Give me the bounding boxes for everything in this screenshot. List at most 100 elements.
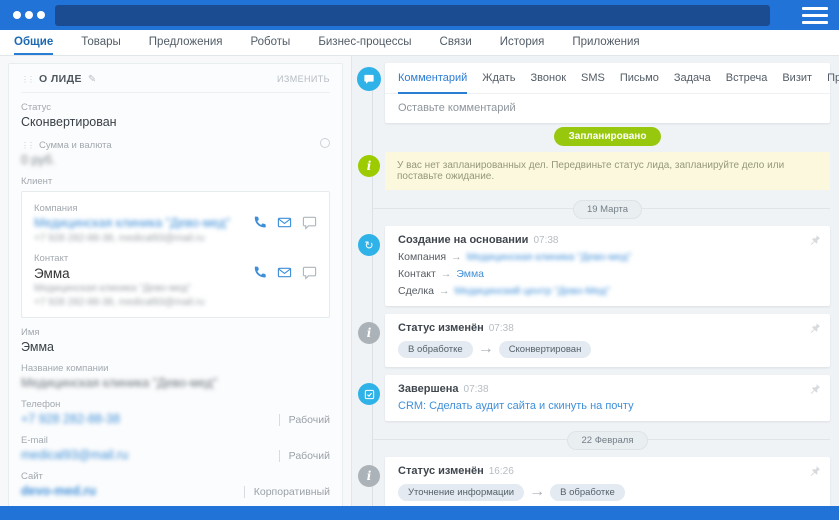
date-pill: 19 Марта (573, 200, 642, 219)
field-settings-icon[interactable] (320, 138, 330, 148)
info-icon: i (358, 155, 380, 177)
tab-general[interactable]: Общие (14, 30, 53, 55)
date-pill: 22 Февраля (567, 431, 647, 450)
arrow-icon: → (451, 251, 462, 263)
client-label: Клиент (21, 176, 330, 187)
company-block: Компания Медицинская клиника "Дево-мед" … (34, 203, 317, 244)
info-icon: i (358, 465, 380, 487)
notice-text: У вас нет запланированных дел. Передвинь… (397, 160, 784, 182)
amount-value: 0 руб. (21, 153, 330, 167)
tab-robots[interactable]: Роботы (251, 30, 291, 55)
about-lead-section: ⋮⋮ О ЛИДЕ ✎ ИЗМЕНИТЬ Статус Сконвертиров… (8, 63, 343, 506)
info-icon: i (358, 322, 380, 344)
task-check-icon (358, 383, 380, 405)
composer-tab-meeting[interactable]: Встреча (726, 72, 768, 94)
activity-composer: Комментарий Ждать Звонок SMS Письмо Зада… (385, 63, 830, 123)
email-type-label: Рабочий (279, 450, 330, 462)
status-badge: В обработке (398, 341, 473, 358)
company-link[interactable]: Медицинская клиника "Дево-мед" (34, 216, 230, 230)
company-link[interactable]: Медицинская клиника "Дево-мед" (467, 251, 632, 263)
phone-field-label: Телефон (21, 399, 330, 410)
arrow-icon: → (441, 268, 452, 280)
status-label: Статус (21, 102, 330, 113)
task-link[interactable]: CRM: Сделать аудит сайта и скинуть на по… (398, 400, 634, 412)
pin-icon[interactable] (809, 465, 821, 477)
client-card: Компания Медицинская клиника "Дево-мед" … (21, 191, 330, 318)
timeline-item-created-from: ↻ Создание на основании07:38 Компания→Ме… (385, 226, 830, 306)
comment-bubble-icon (357, 67, 381, 91)
browser-topbar (0, 0, 839, 30)
comment-input[interactable] (385, 94, 830, 123)
item-time: 07:38 (464, 384, 489, 395)
tab-products[interactable]: Товары (81, 30, 121, 55)
company-label: Компания (34, 203, 239, 214)
status-badge: В обработке (550, 484, 625, 501)
row-label: Компания (398, 251, 446, 263)
section-title: О ЛИДЕ (39, 73, 82, 85)
composer-tab-call[interactable]: Звонок (531, 72, 567, 94)
phone-type-label: Рабочий (279, 414, 330, 426)
composer-tab-sms[interactable]: SMS (581, 72, 605, 94)
email-field-label: E-mail (21, 435, 330, 446)
contact-link[interactable]: Эмма (456, 268, 484, 280)
status-badge: Сконвертирован (499, 341, 592, 358)
date-separator: 19 Марта (385, 199, 830, 217)
no-planned-notice: i У вас нет запланированных дел. Передви… (385, 152, 830, 190)
tab-bizproc[interactable]: Бизнес-процессы (318, 30, 411, 55)
composer-tab-visit[interactable]: Визит (782, 72, 812, 94)
tab-apps[interactable]: Приложения (572, 30, 639, 55)
site-field-label: Сайт (21, 471, 330, 482)
address-bar[interactable] (55, 5, 770, 26)
status-value: Сконвертирован (21, 115, 330, 129)
lead-details-panel: ⋮⋮ О ЛИДЕ ✎ ИЗМЕНИТЬ Статус Сконвертиров… (0, 56, 352, 506)
email-icon[interactable] (277, 215, 292, 230)
company-field-label: Название компании (21, 363, 330, 374)
tab-history[interactable]: История (500, 30, 545, 55)
tab-links[interactable]: Связи (440, 30, 472, 55)
arrow-icon: → (529, 483, 545, 501)
phone-value-link[interactable]: +7 928 282-88-38 (21, 412, 120, 426)
composer-tab-task[interactable]: Задача (674, 72, 711, 94)
item-title: Статус изменён (398, 465, 484, 477)
arrow-icon: → (478, 340, 494, 358)
chat-icon[interactable] (302, 215, 317, 230)
drag-handle-icon[interactable]: ⋮⋮ (21, 141, 33, 150)
arrow-icon: → (439, 285, 450, 297)
site-value-link[interactable]: devo-med.ru (21, 484, 96, 498)
contact-block: Контакт Эмма Медицинская клиника "Дево-м… (34, 253, 317, 308)
item-title: Завершена (398, 383, 459, 395)
item-time: 07:38 (489, 323, 514, 334)
pin-icon[interactable] (809, 383, 821, 395)
pin-icon[interactable] (809, 322, 821, 334)
edit-pencil-icon[interactable]: ✎ (88, 74, 96, 85)
site-type-label: Корпоративный (244, 486, 330, 498)
phone-icon[interactable] (252, 215, 267, 230)
email-value-link[interactable]: medical93@mail.ru (21, 448, 128, 462)
composer-tab-comment[interactable]: Комментарий (398, 72, 467, 94)
company-field-value: Медицинская клиника "Дево-мед" (21, 376, 330, 390)
hamburger-menu-icon[interactable] (802, 7, 828, 24)
name-value: Эмма (21, 340, 330, 354)
timeline-item-status-change: i Статус изменён07:38 В обработке→Сконве… (385, 314, 830, 367)
composer-tab-wait[interactable]: Ждать (482, 72, 515, 94)
amount-label: Сумма и валюта (39, 140, 112, 151)
chat-icon[interactable] (302, 265, 317, 280)
pin-icon[interactable] (809, 234, 821, 246)
composer-tab-apps[interactable]: Приложения (827, 72, 839, 94)
bottom-bar (0, 506, 839, 520)
composer-tab-email[interactable]: Письмо (620, 72, 659, 94)
email-icon[interactable] (277, 265, 292, 280)
phone-icon[interactable] (252, 265, 267, 280)
item-time: 07:38 (533, 235, 558, 246)
drag-handle-icon[interactable]: ⋮⋮ (21, 75, 33, 84)
window-control-dots[interactable] (13, 11, 45, 19)
timeline-item-task-completed: Завершена 07:38 CRM: Сделать аудит сайта … (385, 375, 830, 421)
composer-tabs: Комментарий Ждать Звонок SMS Письмо Зада… (385, 63, 830, 94)
contact-name[interactable]: Эмма (34, 266, 239, 281)
edit-section-link[interactable]: ИЗМЕНИТЬ (277, 74, 330, 84)
deal-link[interactable]: Медицинский центр "Дево-Мед" (455, 285, 611, 297)
contact-contacts: +7 928 282-88-38, medical93@mail.ru (34, 297, 239, 308)
crm-lead-window: Общие Товары Предложения Роботы Бизнес-п… (0, 0, 839, 520)
row-label: Контакт (398, 268, 436, 280)
tab-quotes[interactable]: Предложения (149, 30, 223, 55)
